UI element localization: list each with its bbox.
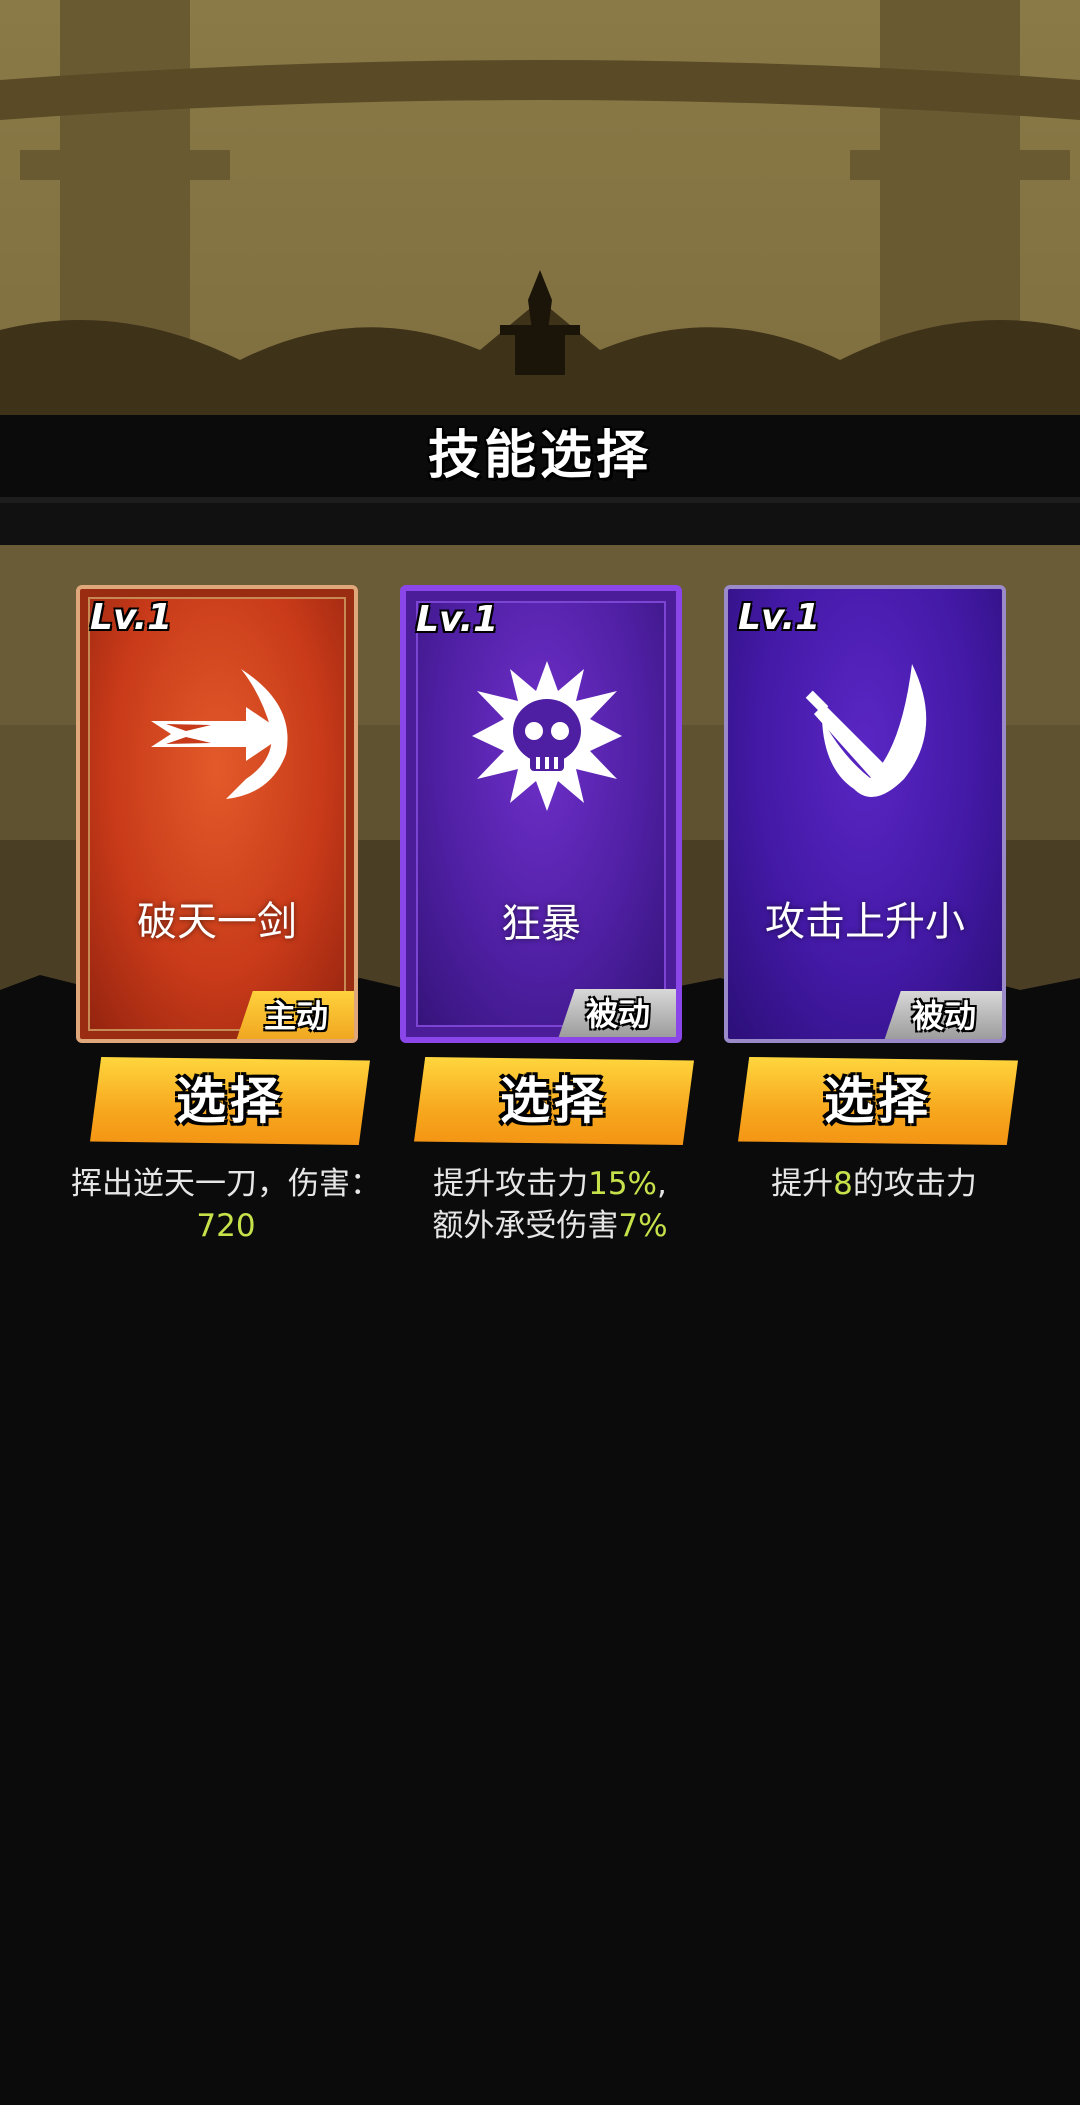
blade-slash-icon — [794, 659, 944, 809]
select-button-label: 选择 — [824, 1072, 932, 1130]
description-text: 挥出逆天一刀，伤害： — [71, 1166, 381, 1202]
skill-description: 提升8的攻击力 — [714, 1163, 1034, 1205]
skull-burst-icon — [472, 661, 622, 811]
skill-name: 破天一剑 — [137, 899, 297, 945]
skill-select-screen: 技能选择 Lv.1 破天一剑 主动 选择 挥出逆天一刀，伤害：720 Lv.1 … — [0, 0, 1080, 2105]
card-level-label: Lv.1 — [90, 597, 173, 638]
title-underline-strip — [0, 497, 1080, 545]
card-level-label: Lv.1 — [416, 599, 499, 640]
page-title: 技能选择 — [427, 426, 652, 486]
skill-name: 攻击上升小 — [765, 899, 965, 945]
skill-card[interactable]: Lv.1 狂暴 被动 — [400, 585, 682, 1043]
description-text: 提升 — [771, 1166, 834, 1202]
skill-type-badge: 主动 — [236, 991, 354, 1039]
skill-description: 挥出逆天一刀，伤害： 720 — [66, 1163, 386, 1247]
card-level-label: Lv.1 — [738, 597, 821, 638]
description-value: 7% — [618, 1208, 668, 1244]
skill-card[interactable]: Lv.1 攻击上升小 被动 — [724, 585, 1006, 1043]
description-value: 15% — [588, 1166, 658, 1202]
description-value: 8 — [833, 1166, 853, 1202]
select-button-label: 选择 — [500, 1072, 608, 1130]
skill-card[interactable]: Lv.1 破天一剑 主动 — [76, 585, 358, 1043]
select-button[interactable]: 选择 — [414, 1057, 694, 1145]
select-button[interactable]: 选择 — [90, 1057, 370, 1145]
description-value: 720 — [196, 1208, 256, 1244]
description-text: 的攻击力 — [852, 1166, 977, 1202]
select-button[interactable]: 选择 — [738, 1057, 1018, 1145]
select-button-label: 选择 — [176, 1072, 284, 1130]
description-text: 额外承受伤害 — [432, 1208, 619, 1244]
description-text: , — [657, 1166, 667, 1202]
skill-type-badge: 被动 — [884, 991, 1002, 1039]
skill-type-badge: 被动 — [558, 989, 676, 1037]
arrow-strike-icon — [146, 659, 296, 809]
skill-description: 提升攻击力15%, 额外承受伤害7% — [390, 1163, 710, 1247]
skill-name: 狂暴 — [501, 901, 581, 947]
description-text: 提升攻击力 — [433, 1166, 589, 1202]
